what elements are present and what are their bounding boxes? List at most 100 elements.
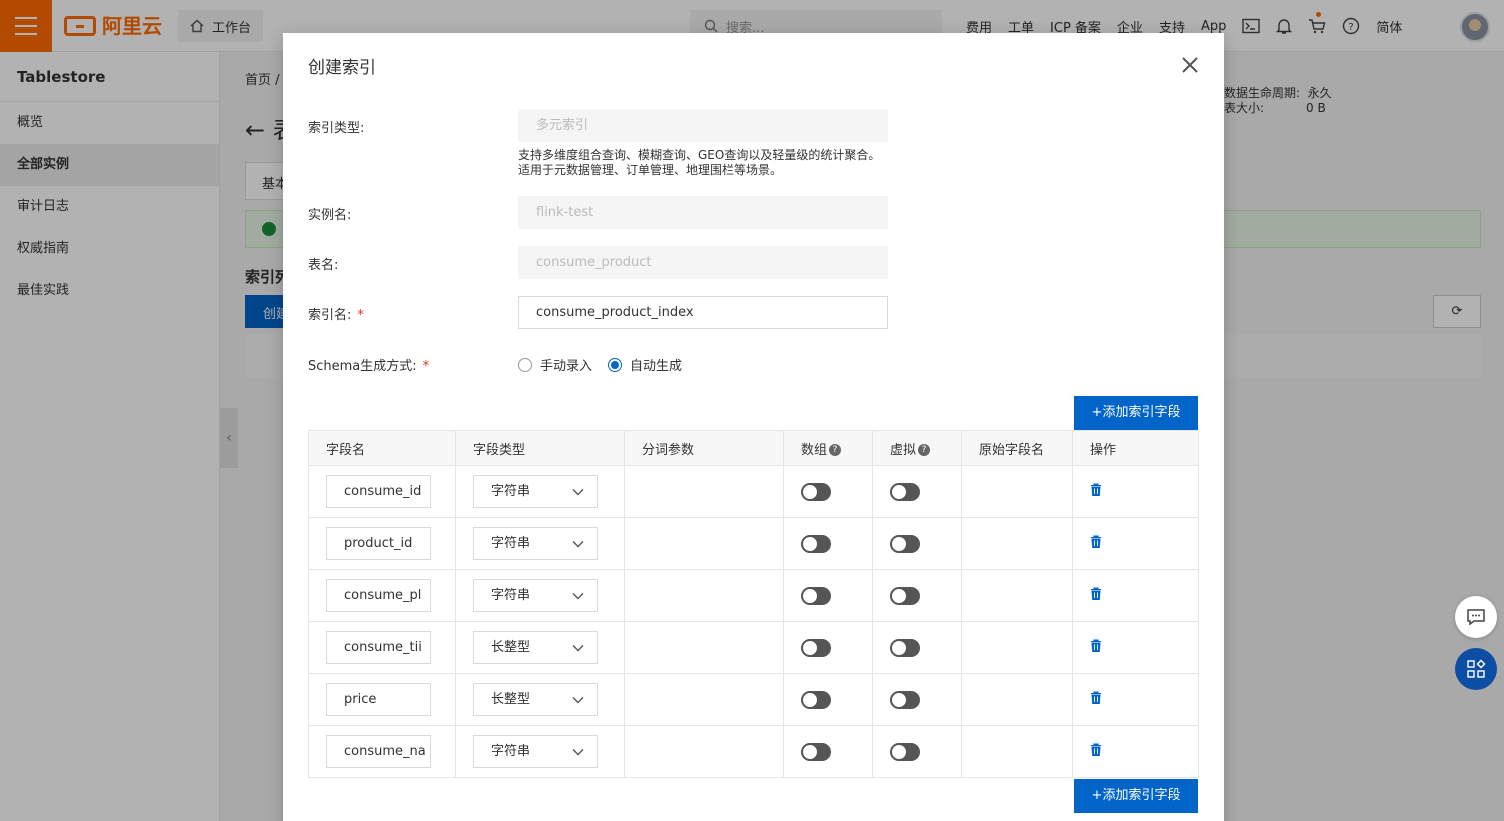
field-type-select[interactable]: 字符串 xyxy=(473,735,598,768)
virtual-cell xyxy=(872,465,962,518)
table-row: price 长整型 xyxy=(308,673,1199,726)
table-row: product_id 字符串 xyxy=(308,517,1199,570)
array-cell xyxy=(783,517,873,570)
field-name-input[interactable]: product_id xyxy=(326,527,431,560)
help-icon[interactable]: ? xyxy=(829,444,842,456)
chevron-down-icon xyxy=(572,489,584,496)
col-source-field: 原始字段名 xyxy=(961,430,1073,466)
chevron-down-icon xyxy=(572,645,584,652)
chat-icon xyxy=(1467,609,1485,626)
virtual-toggle[interactable] xyxy=(890,690,920,709)
index-name-label-text: 索引名: xyxy=(308,308,352,323)
source-field-cell xyxy=(961,725,1073,778)
virtual-toggle[interactable] xyxy=(890,742,920,761)
field-type-cell: 字符串 xyxy=(455,465,625,518)
virtual-cell xyxy=(872,725,962,778)
field-type-cell: 长整型 xyxy=(455,673,625,726)
field-type-select[interactable]: 长整型 xyxy=(473,631,598,664)
chat-button[interactable] xyxy=(1455,596,1497,638)
virtual-toggle[interactable] xyxy=(890,482,920,501)
table-field: consume_product xyxy=(518,246,888,279)
array-toggle[interactable] xyxy=(801,638,831,657)
field-name-cell: consume_na xyxy=(308,725,456,778)
action-cell xyxy=(1072,465,1199,518)
virtual-cell xyxy=(872,517,962,570)
field-type-value: 字符串 xyxy=(491,484,531,499)
schema-mode-label-text: Schema生成方式: xyxy=(308,359,417,374)
field-type-select[interactable]: 长整型 xyxy=(473,683,598,716)
table-label: 表名: xyxy=(308,258,339,273)
array-toggle[interactable] xyxy=(801,482,831,501)
source-field-cell xyxy=(961,621,1073,674)
field-name-input[interactable]: consume_na xyxy=(326,735,431,768)
schema-mode-label: Schema生成方式: * xyxy=(308,355,429,374)
radio-auto-label[interactable]: 自动生成 xyxy=(630,355,682,374)
help-icon[interactable]: ? xyxy=(918,444,931,456)
array-toggle[interactable] xyxy=(801,586,831,605)
array-cell xyxy=(783,621,873,674)
analyzer-cell xyxy=(624,465,784,518)
field-type-cell: 字符串 xyxy=(455,517,625,570)
action-cell xyxy=(1072,569,1199,622)
col-virtual-label: 虚拟 xyxy=(890,442,917,458)
field-type-value: 字符串 xyxy=(491,536,531,551)
virtual-toggle[interactable] xyxy=(890,534,920,553)
radio-manual[interactable] xyxy=(518,357,532,372)
field-type-select[interactable]: 字符串 xyxy=(473,527,598,560)
index-name-input[interactable]: consume_product_index xyxy=(518,296,888,329)
array-toggle[interactable] xyxy=(801,690,831,709)
field-name-input[interactable]: price xyxy=(326,683,431,716)
action-cell xyxy=(1072,517,1199,570)
instance-label: 实例名: xyxy=(308,208,352,223)
array-cell xyxy=(783,465,873,518)
add-index-field-button-top[interactable]: +添加索引字段 xyxy=(1074,396,1198,430)
instance-field: flink-test xyxy=(518,196,888,229)
array-cell xyxy=(783,569,873,622)
delete-icon[interactable] xyxy=(1090,691,1102,704)
delete-icon[interactable] xyxy=(1090,639,1102,652)
source-field-cell xyxy=(961,465,1073,518)
col-array-label: 数组 xyxy=(801,442,828,458)
create-index-dialog: 创建索引 索引类型: 多元索引 支持多维度组合查询、模糊查询、GEO查询以及轻量… xyxy=(283,33,1224,821)
chevron-down-icon xyxy=(572,541,584,548)
add-index-field-button-bottom[interactable]: +添加索引字段 xyxy=(1074,779,1198,813)
index-fields-table: 字段名 字段类型 分词参数 数组? 虚拟? 原始字段名 操作 consume_i… xyxy=(308,430,1199,778)
required-mark: * xyxy=(422,359,430,374)
array-toggle[interactable] xyxy=(801,742,831,761)
apps-button[interactable] xyxy=(1455,648,1497,690)
field-name-input[interactable]: consume_pl xyxy=(326,579,431,612)
delete-icon[interactable] xyxy=(1090,483,1102,496)
col-field-name: 字段名 xyxy=(308,430,456,466)
radio-manual-label[interactable]: 手动录入 xyxy=(540,355,592,374)
source-field-cell xyxy=(961,673,1073,726)
array-cell xyxy=(783,725,873,778)
close-icon[interactable] xyxy=(1178,53,1202,77)
analyzer-cell xyxy=(624,621,784,674)
field-type-value: 长整型 xyxy=(491,640,531,655)
field-type-value: 字符串 xyxy=(491,744,531,759)
delete-icon[interactable] xyxy=(1090,535,1102,548)
field-type-select[interactable]: 字符串 xyxy=(473,579,598,612)
radio-auto[interactable] xyxy=(608,357,623,372)
field-type-value: 字符串 xyxy=(491,588,531,603)
field-name-input[interactable]: consume_tii xyxy=(326,631,431,664)
action-cell xyxy=(1072,621,1199,674)
chevron-down-icon xyxy=(572,697,584,704)
schema-mode-radio-group: 手动录入 自动生成 xyxy=(518,355,690,374)
array-cell xyxy=(783,673,873,726)
delete-icon[interactable] xyxy=(1090,587,1102,600)
source-field-cell xyxy=(961,517,1073,570)
field-name-input[interactable]: consume_id xyxy=(326,475,431,508)
analyzer-cell xyxy=(624,569,784,622)
virtual-toggle[interactable] xyxy=(890,638,920,657)
delete-icon[interactable] xyxy=(1090,743,1102,756)
col-array: 数组? xyxy=(783,430,873,466)
dialog-title: 创建索引 xyxy=(308,58,376,78)
array-toggle[interactable] xyxy=(801,534,831,553)
field-type-value: 长整型 xyxy=(491,692,531,707)
field-type-select[interactable]: 字符串 xyxy=(473,475,598,508)
apps-icon xyxy=(1467,659,1486,678)
virtual-toggle[interactable] xyxy=(890,586,920,605)
virtual-cell xyxy=(872,621,962,674)
required-mark: * xyxy=(357,308,364,323)
